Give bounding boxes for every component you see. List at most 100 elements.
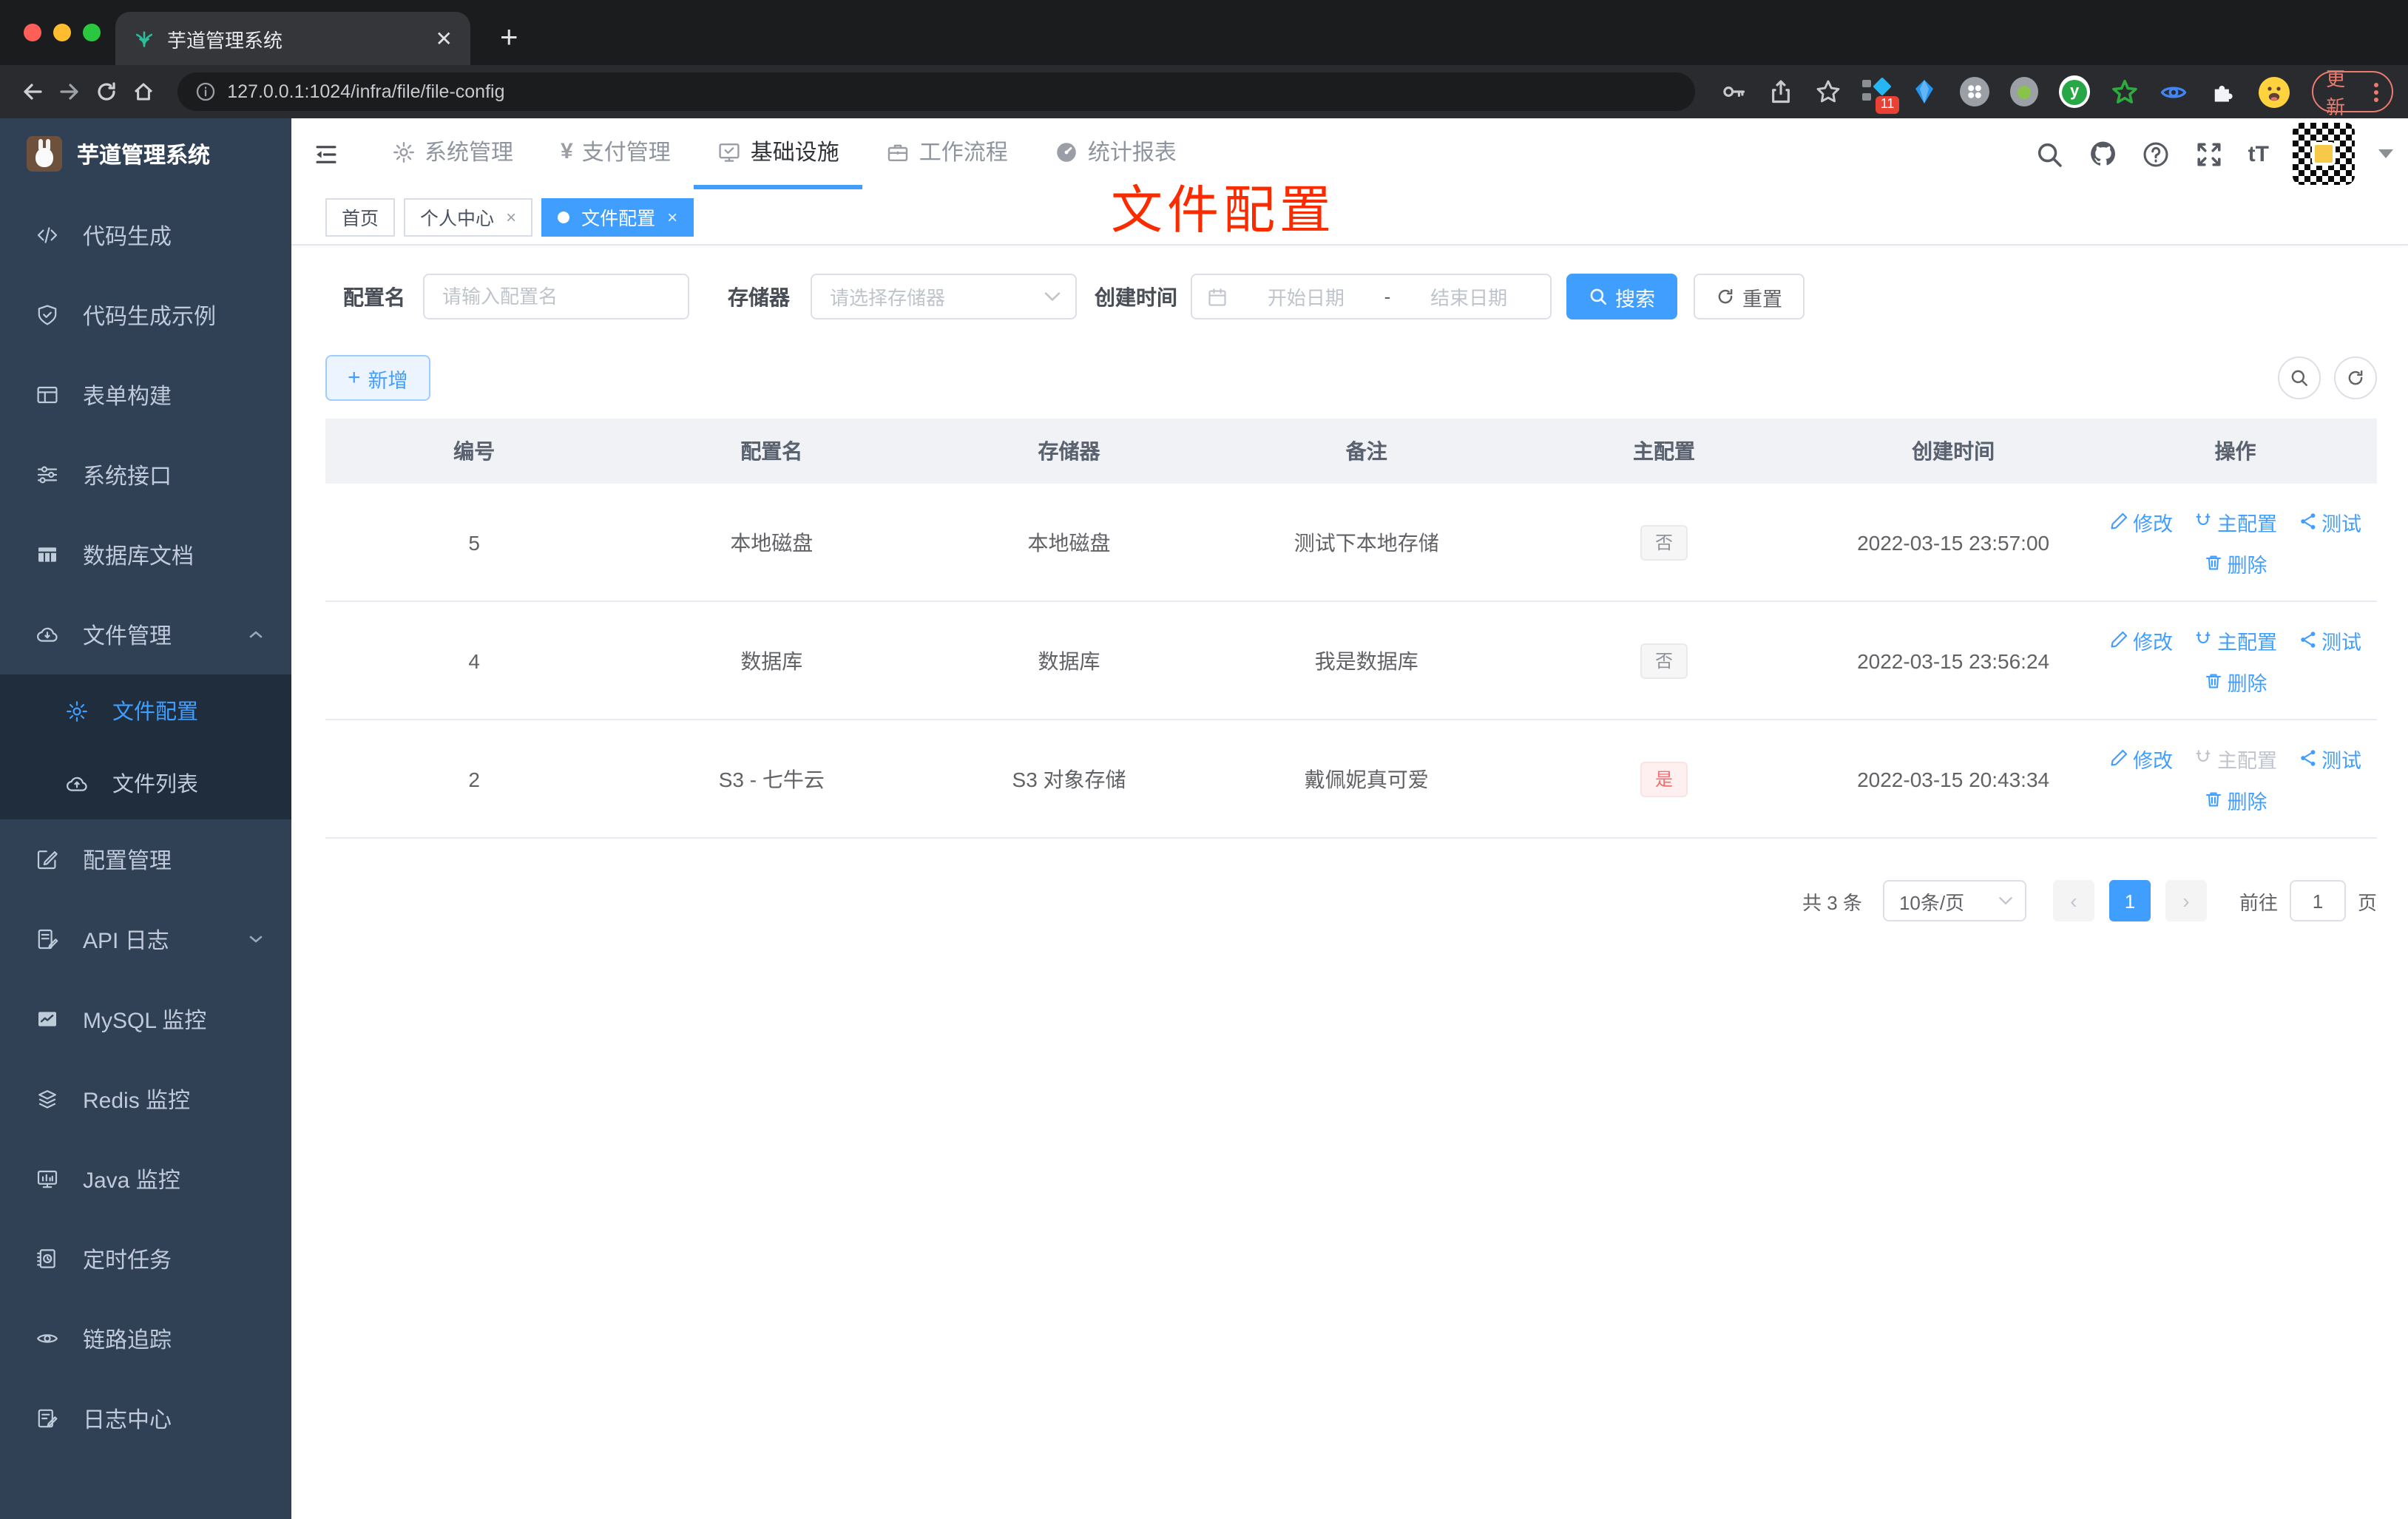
tab-close-icon[interactable]: ✕	[436, 26, 453, 51]
end-date-placeholder[interactable]: 结束日期	[1402, 283, 1535, 311]
browser-tab[interactable]: 芋道管理系统 ✕	[115, 12, 470, 65]
storage-select[interactable]: 请选择存储器	[811, 274, 1077, 319]
date-range-picker[interactable]: 开始日期 - 结束日期	[1191, 274, 1552, 319]
new-tab-button[interactable]: +	[500, 21, 518, 56]
search-button-label: 搜索	[1615, 288, 1655, 310]
sidebar-item-config-management[interactable]: 配置管理	[0, 819, 291, 899]
gauge-icon	[1058, 142, 1077, 161]
forward-button[interactable]	[52, 72, 89, 111]
delete-link[interactable]: 删除	[2204, 666, 2267, 696]
sidebar-item-code-gen[interactable]: 代码生成	[0, 195, 291, 275]
window-minimize-button[interactable]	[53, 24, 71, 41]
home-button[interactable]	[125, 72, 162, 111]
sidebar-item-mysql-monitor[interactable]: MySQL 监控	[0, 979, 291, 1059]
reset-button[interactable]: 重置	[1694, 274, 1805, 319]
fullscreen-icon[interactable]	[2195, 139, 2225, 169]
sidebar-item-tracing[interactable]: 链路追踪	[0, 1299, 291, 1378]
reload-button[interactable]	[89, 72, 126, 111]
window-close-button[interactable]	[24, 24, 41, 41]
page-size-select[interactable]: 10条/页	[1882, 880, 2026, 921]
extension-clover-icon[interactable]	[1959, 77, 1989, 106]
page-content: 配置名 存储器 请选择存储器 创建时间 开始日期 - 结束日期 搜索	[291, 274, 2408, 921]
page-tab-file-config[interactable]: 文件配置 ×	[541, 197, 694, 236]
nav-item-infrastructure[interactable]: 基础设施	[694, 118, 863, 189]
browser-menu-icon[interactable]	[2374, 82, 2378, 101]
sidebar-item-label: 文件管理	[83, 623, 172, 649]
refresh-table-button[interactable]	[2334, 356, 2377, 399]
sidebar-item-redis-monitor[interactable]: Redis 监控	[0, 1059, 291, 1139]
page-number-1[interactable]: 1	[2108, 880, 2151, 921]
avatar[interactable]	[2293, 123, 2355, 185]
chart-icon	[38, 1012, 56, 1026]
address-bar[interactable]: 127.0.0.1:1024/infra/file/file-config	[177, 72, 1695, 111]
browser-chrome: 芋道管理系统 ✕ + 127.0.0.1:1024/infra/file/fil…	[0, 0, 2408, 118]
edit-link[interactable]: 修改	[2109, 507, 2173, 536]
test-link[interactable]: 测试	[2298, 507, 2361, 536]
extension-star-icon[interactable]	[2111, 77, 2139, 106]
browser-update-button[interactable]: 更新	[2311, 68, 2393, 118]
sidebar-item-api-log[interactable]: API 日志	[0, 899, 291, 979]
password-key-icon[interactable]	[1719, 78, 1746, 105]
nav-item-system[interactable]: 系统管理	[368, 118, 537, 189]
search-button[interactable]: 搜索	[1566, 274, 1677, 319]
sidebar-item-system-api[interactable]: 系统接口	[0, 435, 291, 515]
sidebar-item-db-doc[interactable]: 数据库文档	[0, 515, 291, 595]
extension-eye-icon[interactable]	[2160, 77, 2188, 106]
page-title-annotation: 文件配置	[1111, 182, 1336, 240]
sidebar-item-log-center[interactable]: 日志中心	[0, 1378, 291, 1458]
add-button[interactable]: + 新增	[325, 355, 430, 401]
nav-item-workflow[interactable]: 工作流程	[863, 118, 1032, 189]
config-name-input[interactable]	[423, 274, 689, 319]
sidebar-collapse-button[interactable]	[291, 141, 354, 166]
table-row: 2 S3 - 七牛云 S3 对象存储 戴佩妮真可爱 是 2022-03-15 2…	[325, 720, 2377, 839]
extension-y-icon[interactable]: y	[2059, 75, 2091, 108]
share-icon[interactable]	[1767, 78, 1793, 105]
plus-icon: +	[348, 365, 361, 390]
tab-close-icon[interactable]: ×	[667, 206, 677, 227]
toggle-search-button[interactable]	[2278, 356, 2321, 399]
font-size-icon[interactable]: tT	[2248, 141, 2269, 166]
back-button[interactable]	[15, 72, 52, 111]
tab-close-icon[interactable]: ×	[506, 206, 516, 227]
sidebar-item-code-demo[interactable]: 代码生成示例	[0, 275, 291, 355]
start-date-placeholder[interactable]: 开始日期	[1239, 283, 1373, 311]
avatar-caret-icon[interactable]	[2378, 149, 2393, 158]
test-link[interactable]: 测试	[2298, 743, 2361, 773]
edit-link[interactable]: 修改	[2109, 625, 2173, 654]
page-tab-profile[interactable]: 个人中心 ×	[404, 197, 533, 236]
extension-grey-circle-icon[interactable]	[2009, 77, 2038, 106]
sidebar-item-form-builder[interactable]: 表单构建	[0, 355, 291, 435]
goto-page-input[interactable]	[2289, 880, 2346, 921]
extensions-puzzle-icon[interactable]	[2209, 77, 2237, 106]
help-icon[interactable]	[2142, 139, 2171, 169]
window-zoom-button[interactable]	[83, 24, 101, 41]
sidebar-item-java-monitor[interactable]: Java 监控	[0, 1139, 291, 1219]
extension-emoji-icon[interactable]	[2258, 76, 2290, 107]
extension-pinned-icon[interactable]: 11	[1861, 77, 1899, 114]
filter-time-label: 创建时间	[1095, 285, 1177, 308]
primary-link-disabled: 主配置	[2194, 743, 2277, 773]
sidebar-item-file-list[interactable]: 文件列表	[0, 747, 291, 819]
primary-link[interactable]: 主配置	[2194, 507, 2277, 536]
sidebar-item-cron-job[interactable]: 定时任务	[0, 1219, 291, 1299]
nav-item-payment[interactable]: ¥ 支付管理	[537, 118, 694, 189]
prev-page-button[interactable]: ‹	[2052, 880, 2094, 921]
test-link[interactable]: 测试	[2298, 625, 2361, 654]
app-header: 系统管理 ¥ 支付管理 基础设施 工作流程 统计报表 tT	[291, 118, 2408, 189]
edit-link[interactable]: 修改	[2109, 743, 2173, 773]
bookmark-star-icon[interactable]	[1814, 78, 1841, 105]
delete-link[interactable]: 删除	[2204, 548, 2267, 578]
filter-form: 配置名 存储器 请选择存储器 创建时间 开始日期 - 结束日期 搜索	[325, 274, 2377, 319]
site-info-icon[interactable]	[195, 81, 215, 102]
primary-link[interactable]: 主配置	[2194, 625, 2277, 654]
github-icon[interactable]	[2089, 139, 2118, 169]
delete-link[interactable]: 删除	[2204, 785, 2267, 814]
extension-gem-icon[interactable]	[1910, 77, 1938, 106]
sidebar-item-file-management[interactable]: 文件管理	[0, 595, 291, 674]
cell-id: 5	[325, 484, 623, 602]
next-page-button[interactable]: ›	[2165, 880, 2207, 921]
sidebar-item-file-config[interactable]: 文件配置	[0, 674, 291, 747]
page-tab-home[interactable]: 首页	[325, 197, 396, 236]
chevron-up-icon	[249, 631, 263, 638]
search-icon[interactable]	[2035, 139, 2065, 169]
